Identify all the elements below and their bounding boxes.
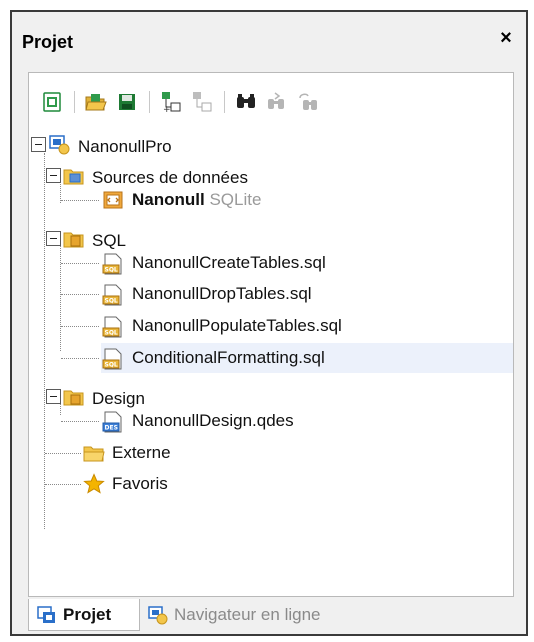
folder-datasource-icon xyxy=(63,165,85,187)
tree-item-design-file[interactable]: NanonullDesign.qdes xyxy=(132,411,294,431)
close-icon[interactable]: × xyxy=(494,26,518,50)
tree-guide-line xyxy=(61,326,99,327)
tree-item-sql-file[interactable]: NanonullCreateTables.sql xyxy=(132,253,326,273)
tree-item-datasource[interactable]: Nanonull SQLite xyxy=(132,190,261,210)
sql-file-icon: SQL xyxy=(102,348,124,370)
tab-projet[interactable]: Projet xyxy=(28,599,140,631)
database-icon xyxy=(102,189,124,211)
project-tree-pane: + NanonullPro Sources de données Nanonul… xyxy=(28,72,514,597)
svg-text:SQL: SQL xyxy=(105,362,118,369)
tree-item-sources[interactable]: Sources de données xyxy=(92,168,248,188)
tab-navigateur-label: Navigateur en ligne xyxy=(174,605,321,624)
tree-guide-line xyxy=(60,241,61,351)
tree-item-sql-folder[interactable]: SQL xyxy=(92,231,126,251)
folder-icon xyxy=(83,442,105,464)
datasource-type: SQLite xyxy=(209,190,262,209)
tree-item-sql-file[interactable]: NanonullDropTables.sql xyxy=(132,284,312,304)
project-tab-icon xyxy=(37,605,57,625)
sql-file-icon: SQL xyxy=(102,316,124,338)
panel-title: Projet xyxy=(22,32,74,52)
online-browser-icon xyxy=(148,605,168,625)
datasource-name: Nanonull xyxy=(132,190,205,209)
tree-guide-line xyxy=(61,200,99,201)
collapse-toggle[interactable] xyxy=(46,168,61,183)
tree-item-design-folder[interactable]: Design xyxy=(92,389,145,409)
tree-guide-line xyxy=(61,358,99,359)
tree-item-root[interactable]: NanonullPro xyxy=(78,137,172,157)
sql-file-icon: SQL xyxy=(102,284,124,306)
collapse-toggle[interactable] xyxy=(46,231,61,246)
sql-file-icon: SQL xyxy=(102,253,124,275)
tree-item-externe[interactable]: Externe xyxy=(112,443,171,463)
tree-item-sql-file-selected[interactable]: ConditionalFormatting.sql xyxy=(132,348,325,368)
collapse-toggle[interactable] xyxy=(31,137,46,152)
star-icon xyxy=(83,473,105,495)
panel-tabs: Projet Navigateur en ligne xyxy=(28,599,510,633)
tree-item-favoris[interactable]: Favoris xyxy=(112,474,168,494)
tree-item-sql-file[interactable]: NanonullPopulateTables.sql xyxy=(132,316,342,336)
collapse-toggle[interactable] xyxy=(46,389,61,404)
svg-text:SQL: SQL xyxy=(105,267,118,274)
svg-text:DES: DES xyxy=(105,425,118,432)
tab-navigateur[interactable]: Navigateur en ligne xyxy=(144,599,384,631)
project-panel: Projet × + NanonullPro Sources de donnée… xyxy=(10,10,528,636)
tree-guide-line xyxy=(45,484,81,485)
tree-guide-line xyxy=(61,263,99,264)
design-file-icon: DES xyxy=(102,411,124,433)
project-tree: NanonullPro Sources de données Nanonull … xyxy=(29,73,513,596)
svg-text:SQL: SQL xyxy=(105,330,118,337)
tab-projet-label: Projet xyxy=(63,604,112,624)
tree-guide-line xyxy=(61,294,99,295)
tree-guide-line xyxy=(44,153,45,529)
project-icon xyxy=(49,134,71,156)
folder-sql-icon xyxy=(63,228,85,250)
tree-guide-line xyxy=(61,421,99,422)
panel-titlebar: Projet × xyxy=(12,12,526,70)
svg-text:SQL: SQL xyxy=(105,298,118,305)
folder-design-icon xyxy=(63,386,85,408)
tree-guide-line xyxy=(45,453,81,454)
